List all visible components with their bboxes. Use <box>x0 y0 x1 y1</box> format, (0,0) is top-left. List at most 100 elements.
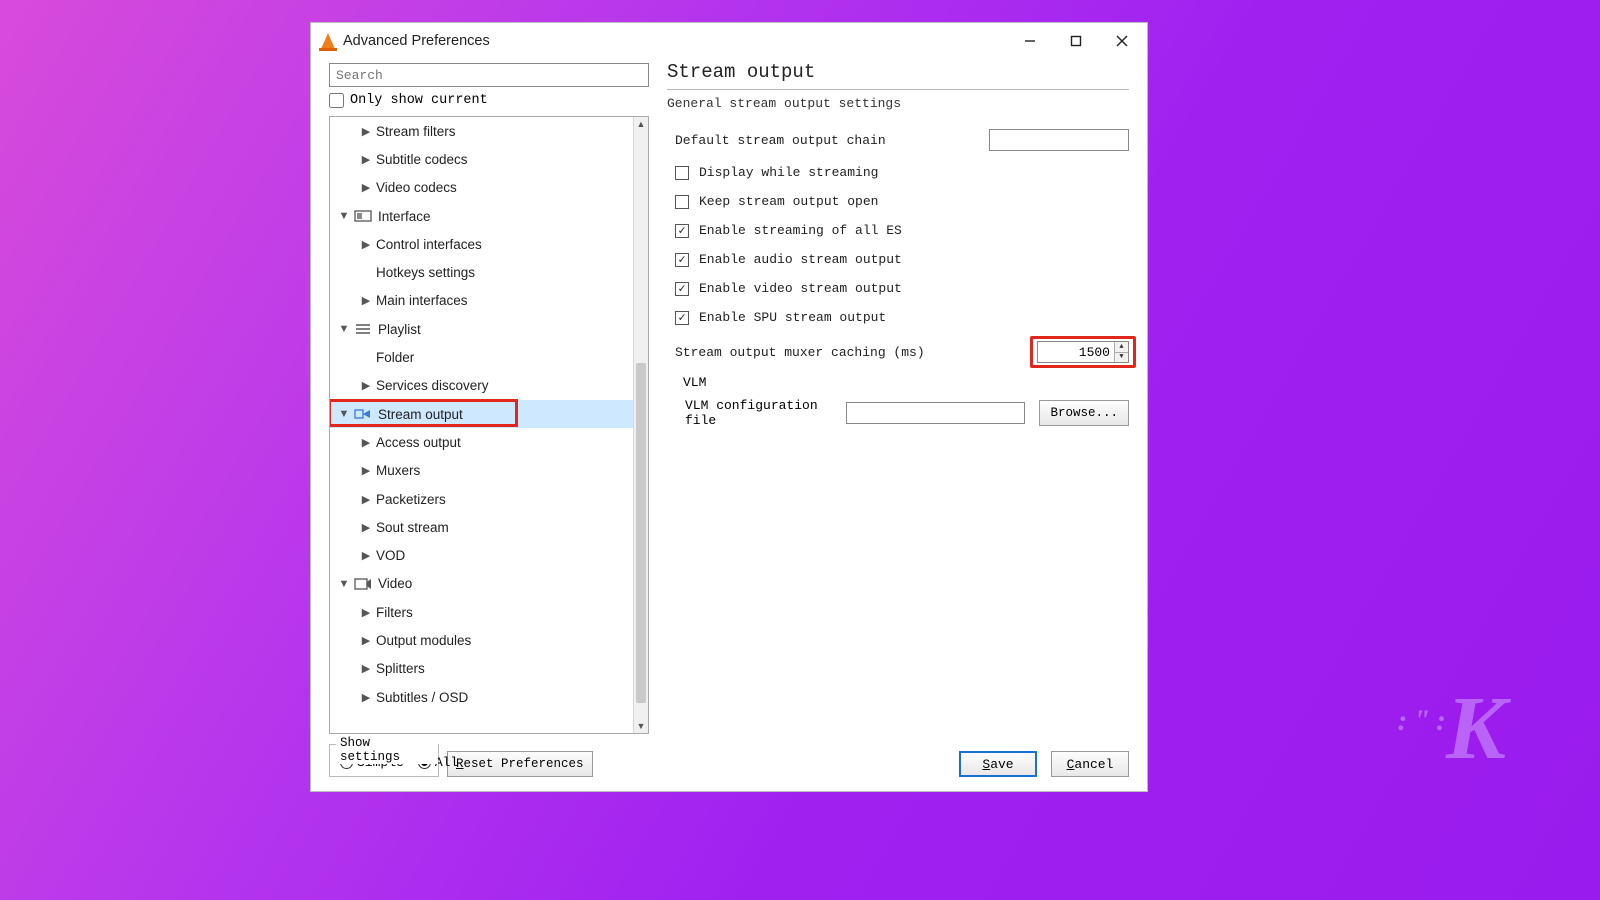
expander-icon: ▶ <box>360 493 372 506</box>
browse-button[interactable]: Browse... <box>1039 400 1129 426</box>
tree-item-stream-filters[interactable]: ▶Stream filters <box>330 117 633 145</box>
default-chain-input[interactable] <box>989 129 1129 151</box>
only-show-current-row[interactable]: Only show current <box>329 93 649 108</box>
tree-item-label: Hotkeys settings <box>376 265 475 280</box>
only-show-current-checkbox[interactable] <box>329 93 344 108</box>
tree-item-packetizers[interactable]: ▶ Packetizers <box>330 485 633 513</box>
tree-item-filters[interactable]: ▶Filters <box>330 598 633 626</box>
tree-item-playlist[interactable]: ▼Playlist <box>330 315 633 343</box>
cancel-button[interactable]: Cancel <box>1051 751 1129 777</box>
left-column: Only show current ▶Stream filters▶Subtit… <box>329 63 649 734</box>
expander-icon: ▶ <box>360 181 372 194</box>
default-chain-label: Default stream output chain <box>675 133 886 148</box>
checkbox-row[interactable]: Enable audio stream output <box>667 248 1129 271</box>
tree-item-label: Main interfaces <box>376 293 468 308</box>
expander-icon: ▶ <box>360 662 372 675</box>
vlm-heading: VLM <box>683 375 1129 390</box>
playlist-icon <box>354 322 372 336</box>
checkbox-icon[interactable] <box>675 166 689 180</box>
tree-item-stream-output[interactable]: ▼ Stream output <box>330 400 633 428</box>
tree-item-services-discovery[interactable]: ▶Services discovery <box>330 372 633 400</box>
expander-icon: ▼ <box>338 578 350 590</box>
tree-item-label: Stream filters <box>376 124 456 139</box>
tree-item-control-interfaces[interactable]: ▶Control interfaces <box>330 230 633 258</box>
tree-item-label: Services discovery <box>376 378 489 393</box>
only-show-current-label: Only show current <box>350 93 488 108</box>
tree-item-subtitle-codecs[interactable]: ▶ Subtitle codecs <box>330 145 633 173</box>
expander-icon: ▶ <box>360 153 372 166</box>
tree-item-splitters[interactable]: ▶Splitters <box>330 655 633 683</box>
panel-title: Stream output <box>667 61 1129 83</box>
spin-up-button[interactable]: ▲ <box>1114 342 1128 353</box>
reset-preferences-button[interactable]: Reset Preferences <box>447 751 593 777</box>
tree-item-folder[interactable]: Folder <box>330 343 633 371</box>
stream-icon <box>354 407 372 421</box>
scroll-down-button[interactable]: ▼ <box>634 719 648 733</box>
vlc-cone-icon <box>321 33 335 49</box>
checkbox-icon[interactable] <box>675 253 689 267</box>
checkbox-row[interactable]: Enable video stream output <box>667 277 1129 300</box>
tree-item-subtitles-osd[interactable]: ▶Subtitles / OSD <box>330 683 633 711</box>
search-input[interactable] <box>329 63 649 87</box>
vlm-file-label: VLM configuration file <box>685 398 832 428</box>
scroll-thumb[interactable] <box>636 363 646 703</box>
expander-icon: ▶ <box>360 634 372 647</box>
checkbox-row[interactable]: Display while streaming <box>667 161 1129 184</box>
checkbox-icon[interactable] <box>675 195 689 209</box>
preferences-tree-container: ▶Stream filters▶Subtitle codecs▶Video co… <box>329 116 649 734</box>
tree-item-label: Video <box>378 576 412 591</box>
checkbox-row[interactable]: Enable streaming of all ES <box>667 219 1129 242</box>
tree-item-sout-stream[interactable]: ▶ Sout stream <box>330 513 633 541</box>
tree-item-label: Access output <box>376 435 461 450</box>
checkbox-icon[interactable] <box>675 282 689 296</box>
tree-item-label: Folder <box>376 350 414 365</box>
tree-item-label: Filters <box>376 605 413 620</box>
expander-icon: ▼ <box>338 408 350 420</box>
tree-item-label: Subtitle codecs <box>376 152 468 167</box>
expander-icon: ▶ <box>360 691 372 704</box>
checkbox-row[interactable]: Enable SPU stream output <box>667 306 1129 329</box>
save-button[interactable]: Save <box>959 751 1037 777</box>
spin-down-button[interactable]: ▼ <box>1114 353 1128 363</box>
tree-item-label: Packetizers <box>376 492 446 507</box>
tree-item-access-output[interactable]: ▶ Access output <box>330 428 633 456</box>
vlm-file-row: VLM configuration file Browse... <box>667 398 1129 428</box>
titlebar[interactable]: Advanced Preferences <box>311 23 1147 59</box>
tree-item-main-interfaces[interactable]: ▶ Main interfaces <box>330 287 633 315</box>
tree-item-output-modules[interactable]: ▶ Output modules <box>330 626 633 654</box>
checkbox-row[interactable]: Keep stream output open <box>667 190 1129 213</box>
tree-item-label: Control interfaces <box>376 237 482 252</box>
default-chain-row: Default stream output chain <box>667 129 1129 151</box>
expander-icon: ▶ <box>360 436 372 449</box>
tree-item-muxers[interactable]: ▶Muxers <box>330 457 633 485</box>
dialog-body: Only show current ▶Stream filters▶Subtit… <box>311 59 1147 738</box>
tree-item-vod[interactable]: ▶VOD <box>330 541 633 569</box>
expander-icon: ▶ <box>360 294 372 307</box>
tree-item-label: Sout stream <box>376 520 449 535</box>
show-settings-legend: Show settings <box>336 736 438 764</box>
minimize-button[interactable] <box>1007 23 1053 59</box>
tree-item-label: VOD <box>376 548 405 563</box>
close-button[interactable] <box>1099 23 1145 59</box>
tree-item-label: Stream output <box>378 407 463 422</box>
tree-item-video[interactable]: ▼ Video <box>330 570 633 598</box>
window-controls <box>1007 23 1145 59</box>
tree-item-hotkeys-settings[interactable]: Hotkeys settings <box>330 258 633 286</box>
tree-item-label: Output modules <box>376 633 471 648</box>
expander-icon: ▶ <box>360 521 372 534</box>
muxer-caching-row: Stream output muxer caching (ms) ▲ ▼ <box>667 341 1129 363</box>
scroll-track[interactable] <box>634 131 648 719</box>
checkbox-icon[interactable] <box>675 224 689 238</box>
checkbox-label: Keep stream output open <box>699 194 878 209</box>
checkbox-label: Enable SPU stream output <box>699 310 886 325</box>
tree-item-interface[interactable]: ▼Interface <box>330 202 633 230</box>
maximize-button[interactable] <box>1053 23 1099 59</box>
checkbox-icon[interactable] <box>675 311 689 325</box>
preferences-tree[interactable]: ▶Stream filters▶Subtitle codecs▶Video co… <box>330 117 633 733</box>
checkbox-label: Enable streaming of all ES <box>699 223 902 238</box>
scroll-up-button[interactable]: ▲ <box>634 117 648 131</box>
vlm-file-input[interactable] <box>846 402 1025 424</box>
tree-scrollbar[interactable]: ▲ ▼ <box>633 117 648 733</box>
settings-panel: Stream output General stream output sett… <box>667 63 1129 734</box>
tree-item-video-codecs[interactable]: ▶Video codecs <box>330 174 633 202</box>
